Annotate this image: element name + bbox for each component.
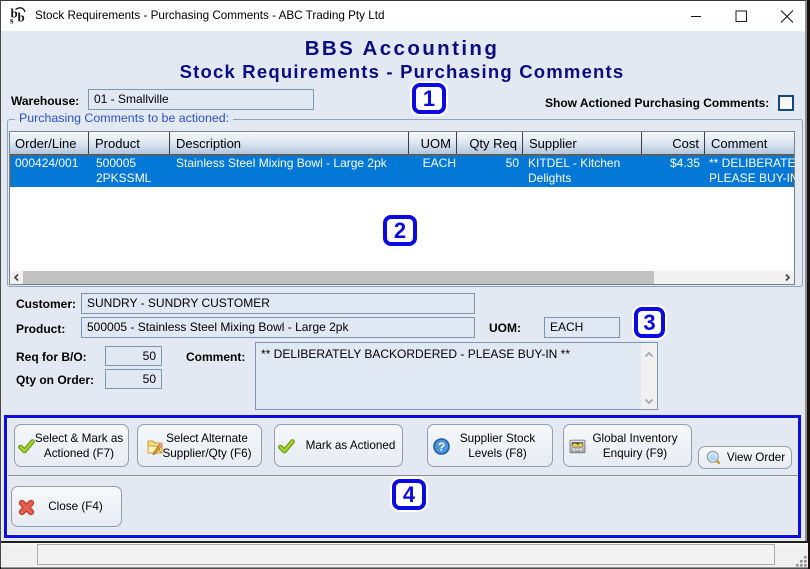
svg-text:b: b [18,10,25,25]
svg-text:s: s [10,16,14,26]
svg-text:?: ? [438,440,445,454]
